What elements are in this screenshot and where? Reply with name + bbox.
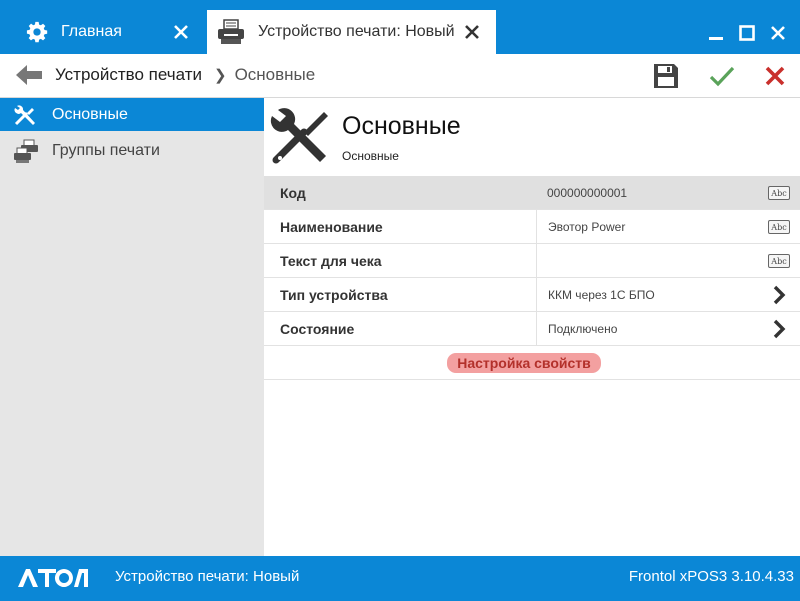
confirm-button[interactable] <box>707 61 737 91</box>
property-value[interactable]: 000000000001 <box>536 176 800 210</box>
property-row-receipt-text[interactable]: Текст для чека Abc <box>264 243 800 278</box>
sidebar-item-print-groups[interactable]: Группы печати <box>0 134 264 167</box>
status-bar: Устройство печати: Новый Frontol xPOS3 3… <box>0 556 800 601</box>
text-edit-icon: Abc <box>768 254 790 268</box>
property-row-state[interactable]: Состояние Подключено <box>264 311 800 346</box>
printer-icon <box>207 10 255 54</box>
property-value[interactable]: Подключено <box>536 311 800 346</box>
save-icon <box>654 64 678 88</box>
sidebar-item-label: Основные <box>52 105 128 123</box>
maximize-icon[interactable] <box>737 23 757 43</box>
save-button[interactable] <box>651 61 681 91</box>
checkmark-icon <box>709 66 735 87</box>
page-subtitle: Основные <box>342 149 399 163</box>
main-panel: Основные Основные Код 000000000001 Abc Н… <box>264 98 800 556</box>
title-bar: Главная Устройство печати: Новый <box>0 0 800 54</box>
property-settings-link[interactable]: Настройка свойств <box>447 352 601 373</box>
property-label: Код <box>280 184 306 201</box>
cancel-button[interactable] <box>760 61 790 91</box>
property-row-device-type[interactable]: Тип устройства ККМ через 1С БПО <box>264 277 800 312</box>
status-document-title: Устройство печати: Новый <box>115 568 300 585</box>
status-app-version: Frontol xPOS3 3.10.4.33 <box>628 568 794 585</box>
breadcrumb-item-device[interactable]: Устройство печати <box>55 65 202 85</box>
close-window-icon[interactable] <box>768 23 788 43</box>
sidebar-item-label: Группы печати <box>52 141 160 159</box>
close-tab-home-icon[interactable] <box>169 20 193 44</box>
breadcrumb-item-current: Основные <box>234 65 316 84</box>
gear-icon <box>9 10 65 54</box>
atol-logo <box>16 567 90 589</box>
window-controls <box>706 23 788 43</box>
property-label: Текст для чека <box>280 252 382 269</box>
chevron-right-button[interactable] <box>768 285 790 305</box>
sidebar: Основные Группы печати <box>0 98 264 556</box>
chevron-right-icon <box>773 285 786 305</box>
property-label: Состояние <box>280 320 355 337</box>
text-edit-button[interactable]: Abc <box>768 183 790 203</box>
page-header: Основные Основные <box>264 98 800 176</box>
text-edit-button[interactable]: Abc <box>768 217 790 237</box>
text-edit-icon: Abc <box>768 186 790 200</box>
toolbar: Устройство печати ❯ Основные <box>0 54 800 98</box>
property-value[interactable] <box>536 243 800 278</box>
chevron-right-button[interactable] <box>768 319 790 339</box>
tab-home[interactable]: Главная <box>9 10 201 54</box>
cross-icon <box>765 66 785 86</box>
property-label: Наименование <box>280 218 383 235</box>
tab-printer-device-label: Устройство печати: Новый <box>258 23 455 40</box>
property-label: Тип устройства <box>280 286 388 303</box>
tab-home-label: Главная <box>61 23 122 40</box>
tools-icon <box>268 104 334 170</box>
property-row-code[interactable]: Код 000000000001 Abc <box>264 176 800 210</box>
text-edit-icon: Abc <box>768 220 790 234</box>
tools-icon <box>0 98 52 131</box>
page-title: Основные <box>342 112 461 140</box>
breadcrumb-separator-icon: ❯ <box>213 67 227 84</box>
property-value[interactable]: Эвотор Power <box>536 209 800 244</box>
settings-row: Настройка свойств <box>264 346 800 380</box>
chevron-right-icon <box>773 319 786 339</box>
tab-printer-device[interactable]: Устройство печати: Новый <box>207 10 496 54</box>
minimize-icon[interactable] <box>706 23 726 43</box>
close-tab-printer-icon[interactable] <box>460 20 484 44</box>
back-arrow-icon[interactable] <box>14 63 44 87</box>
property-row-name[interactable]: Наименование Эвотор Power Abc <box>264 209 800 244</box>
printer-group-icon <box>0 134 52 167</box>
property-value[interactable]: ККМ через 1С БПО <box>536 277 800 312</box>
text-edit-button[interactable]: Abc <box>768 251 790 271</box>
sidebar-item-general[interactable]: Основные <box>0 98 264 131</box>
breadcrumb: Устройство печати ❯ Основные <box>55 65 315 85</box>
properties-list: Код 000000000001 Abc Наименование Эвотор… <box>264 176 800 380</box>
